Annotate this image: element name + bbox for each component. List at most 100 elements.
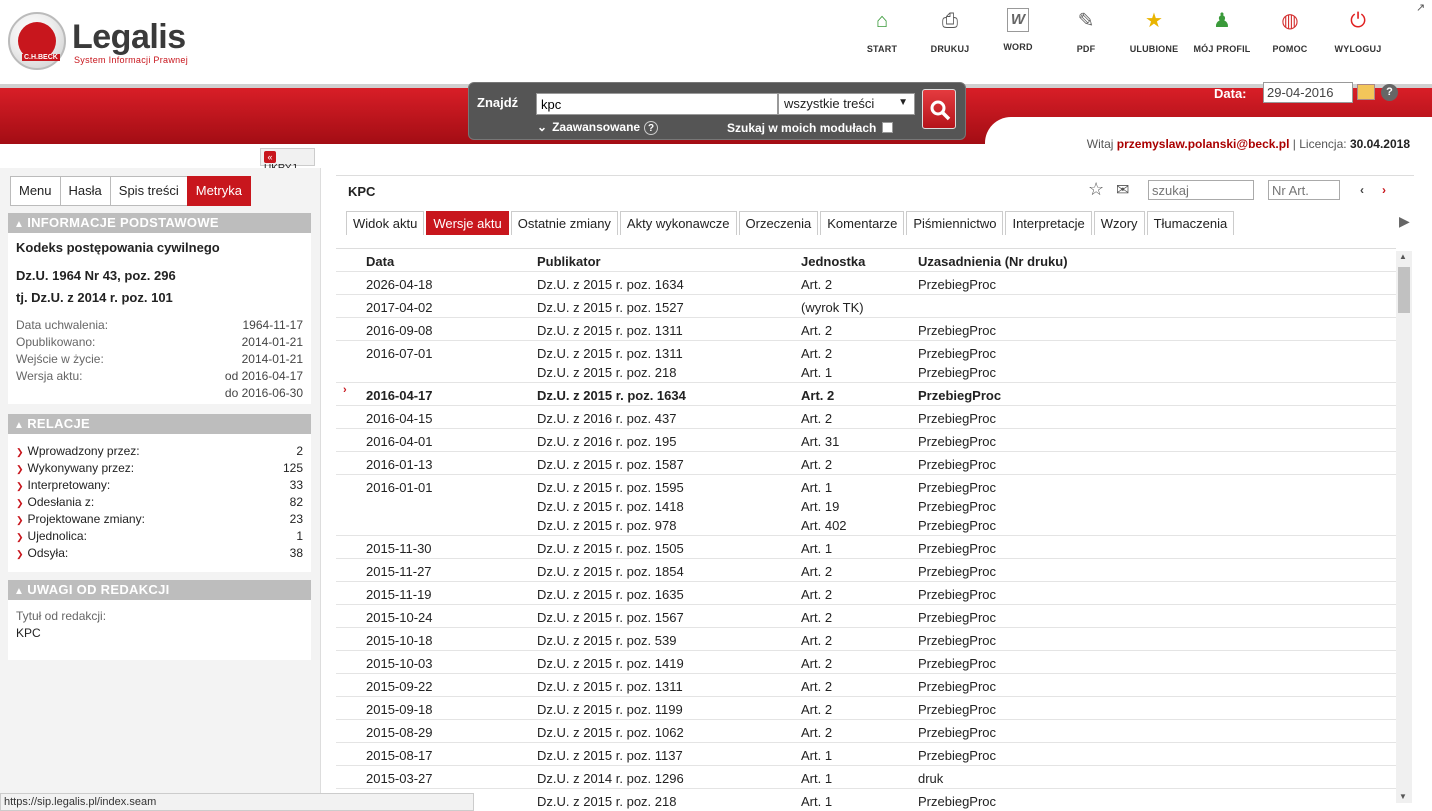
cell-justification[interactable]: PrzebiegProc: [918, 275, 996, 294]
expand-icon[interactable]: ↗: [1416, 2, 1428, 14]
scroll-thumb[interactable]: [1398, 267, 1410, 313]
cell-date[interactable]: 2015-03-27: [366, 769, 433, 788]
cell-publisher[interactable]: Dz.U. z 2015 r. poz. 1595 Dz.U. z 2015 r.…: [537, 478, 684, 535]
cell-date[interactable]: 2016-09-08: [366, 321, 433, 340]
table-row[interactable]: 2016-01-01 Dz.U. z 2015 r. poz. 1595 Dz.U.…: [336, 474, 1396, 535]
cell-publisher[interactable]: Dz.U. z 2015 r. poz. 218: [537, 792, 676, 811]
user-email[interactable]: przemyslaw.polanski@beck.pl: [1117, 137, 1290, 151]
table-row[interactable]: 2015-09-22 Dz.U. z 2015 r. poz. 1311 Art. …: [336, 673, 1396, 696]
cell-date[interactable]: 2016-04-01: [366, 432, 433, 451]
cell-date[interactable]: 2015-10-24: [366, 608, 433, 627]
cell-justification[interactable]: PrzebiegProc: [918, 321, 996, 340]
relation-link[interactable]: ❯ Projektowane zmiany: 23: [16, 512, 303, 529]
column-header[interactable]: Jednostka: [801, 254, 865, 269]
table-row[interactable]: 2015-11-27 Dz.U. z 2015 r. poz. 1854 Art. …: [336, 558, 1396, 581]
table-row-current[interactable]: › 2016-04-17 Dz.U. z 2015 r. poz. 1634 Art.…: [336, 382, 1396, 405]
table-row[interactable]: 2015-10-24 Dz.U. z 2015 r. poz. 1567 Art. …: [336, 604, 1396, 627]
cell-date[interactable]: 2015-11-27: [366, 562, 432, 581]
calendar-icon[interactable]: [1357, 84, 1375, 100]
cell-justification[interactable]: PrzebiegProc: [918, 746, 996, 765]
search-button[interactable]: [922, 89, 956, 129]
cell-date[interactable]: 2015-09-22: [366, 677, 433, 696]
cell-publisher[interactable]: Dz.U. z 2015 r. poz. 1587: [537, 455, 684, 474]
table-row[interactable]: 2015-10-18 Dz.U. z 2015 r. poz. 539 Art. 2…: [336, 627, 1396, 650]
cell-justification[interactable]: PrzebiegProc: [918, 654, 996, 673]
cell-justification[interactable]: druk: [918, 769, 943, 788]
article-number-input[interactable]: [1268, 180, 1340, 200]
cell-justification[interactable]: PrzebiegProc: [918, 723, 996, 742]
relation-link[interactable]: ❯ Wprowadzony przez: 2: [16, 444, 303, 461]
cell-date[interactable]: 2015-11-19: [366, 585, 432, 604]
table-row[interactable]: Dz.U. z 2015 r. poz. 218 Art. 1 PrzebiegPr…: [336, 788, 1396, 811]
cell-justification[interactable]: PrzebiegProc: [918, 700, 996, 719]
cell-date[interactable]: 2016-04-17: [366, 386, 433, 405]
search-scope-select[interactable]: wszystkie treści ▼: [778, 93, 915, 115]
table-scrollbar[interactable]: ▲ ▼: [1396, 251, 1412, 803]
cell-justification[interactable]: PrzebiegProc: [918, 631, 996, 650]
cell-publisher[interactable]: Dz.U. z 2015 r. poz. 1419: [537, 654, 684, 673]
column-header[interactable]: Data: [366, 254, 394, 269]
tab-widok-aktu[interactable]: Widok aktu: [346, 211, 425, 235]
cell-publisher[interactable]: Dz.U. z 2015 r. poz. 1199: [537, 700, 683, 719]
chevron-right-icon[interactable]: ›: [1382, 183, 1386, 197]
cell-publisher[interactable]: Dz.U. z 2015 r. poz. 1634: [537, 275, 684, 294]
search-input[interactable]: [536, 93, 778, 115]
table-row[interactable]: 2016-01-13 Dz.U. z 2015 r. poz. 1587 Art. …: [336, 451, 1396, 474]
panel-header[interactable]: ▲ UWAGI OD REDAKCJI: [8, 580, 311, 600]
favorites-button[interactable]: ★ ULUBIONE: [1120, 6, 1188, 56]
tab-orzeczenia[interactable]: Orzeczenia: [738, 211, 819, 235]
cell-publisher[interactable]: Dz.U. z 2016 r. poz. 437: [537, 409, 676, 428]
print-button[interactable]: ⎙ DRUKUJ: [916, 6, 984, 56]
cell-date[interactable]: 2017-04-02: [366, 298, 433, 317]
cell-date[interactable]: 2026-04-18: [366, 275, 433, 294]
tab-interpretacje[interactable]: Interpretacje: [1005, 211, 1092, 235]
date-input[interactable]: 29-04-2016: [1263, 82, 1353, 103]
tab-akty-wykonawcze[interactable]: Akty wykonawcze: [619, 211, 737, 235]
tabs-scroll-right-icon[interactable]: ▶: [1399, 213, 1410, 230]
cell-justification[interactable]: PrzebiegProc: [918, 677, 996, 696]
table-row[interactable]: 2017-04-02 Dz.U. z 2015 r. poz. 1527 (wyro…: [336, 294, 1396, 317]
cell-date[interactable]: 2016-07-01: [366, 344, 433, 363]
module-search-checkbox[interactable]: [882, 122, 894, 133]
cell-justification[interactable]: PrzebiegProc: [918, 409, 996, 428]
cell-justification[interactable]: PrzebiegProc: [918, 585, 996, 604]
tab-ostatnie-zmiany[interactable]: Ostatnie zmiany: [510, 211, 618, 235]
relation-link[interactable]: ❯ Ujednolica: 1: [16, 529, 303, 546]
cell-date[interactable]: 2015-11-30: [366, 539, 432, 558]
sidebar-tab-hasla[interactable]: Hasła: [59, 176, 111, 206]
tab-komentarze[interactable]: Komentarze: [820, 211, 905, 235]
relation-link[interactable]: ❯ Interpretowany: 33: [16, 478, 303, 495]
cell-publisher[interactable]: Dz.U. z 2014 r. poz. 1296: [537, 769, 684, 788]
cell-date[interactable]: 2016-01-13: [366, 455, 433, 474]
cell-publisher[interactable]: Dz.U. z 2015 r. poz. 1311: [537, 321, 683, 340]
favorite-star-icon[interactable]: ☆: [1088, 179, 1104, 200]
cell-justification[interactable]: PrzebiegProc: [918, 562, 996, 581]
logout-button[interactable]: ⏻ WYLOGUJ: [1324, 6, 1392, 56]
chevron-left-icon[interactable]: ‹: [1360, 183, 1364, 197]
profile-button[interactable]: ♟ MÓJ PROFIL: [1188, 6, 1256, 56]
sidebar-tab-metryka[interactable]: Metryka: [186, 176, 251, 206]
tab-piśmiennictwo[interactable]: Piśmiennictwo: [906, 211, 1004, 235]
panel-header[interactable]: ▲ INFORMACJE PODSTAWOWE: [8, 213, 311, 233]
relation-link[interactable]: ❯ Odesłania z: 82: [16, 495, 303, 512]
column-header[interactable]: Uzasadnienia (Nr druku): [918, 254, 1068, 269]
cell-date[interactable]: 2015-09-18: [366, 700, 433, 719]
help-icon[interactable]: ?: [644, 121, 659, 135]
table-row[interactable]: 2015-09-18 Dz.U. z 2015 r. poz. 1199 Art. …: [336, 696, 1396, 719]
scroll-down-icon[interactable]: ▼: [1399, 792, 1407, 801]
cell-justification[interactable]: PrzebiegProc: [918, 386, 1001, 405]
cell-publisher[interactable]: Dz.U. z 2015 r. poz. 1311: [537, 677, 683, 696]
scroll-up-icon[interactable]: ▲: [1399, 252, 1407, 261]
mail-icon[interactable]: ✉: [1116, 180, 1129, 200]
word-button[interactable]: W WORD: [984, 6, 1052, 56]
table-row[interactable]: 2015-08-29 Dz.U. z 2015 r. poz. 1062 Art. …: [336, 719, 1396, 742]
cell-publisher[interactable]: Dz.U. z 2015 r. poz. 1854: [537, 562, 684, 581]
cell-publisher[interactable]: Dz.U. z 2015 r. poz. 1311 Dz.U. z 2015 r.…: [537, 344, 683, 382]
cell-date[interactable]: 2015-08-17: [366, 746, 433, 765]
cell-justification[interactable]: PrzebiegProc: [918, 608, 996, 627]
cell-justification[interactable]: PrzebiegProc: [918, 792, 996, 811]
tab-tłumaczenia[interactable]: Tłumaczenia: [1146, 211, 1235, 235]
cell-justification[interactable]: PrzebiegProc: [918, 432, 996, 451]
start-button[interactable]: ⌂ START: [848, 6, 916, 56]
cell-date[interactable]: 2016-01-01: [366, 478, 433, 497]
